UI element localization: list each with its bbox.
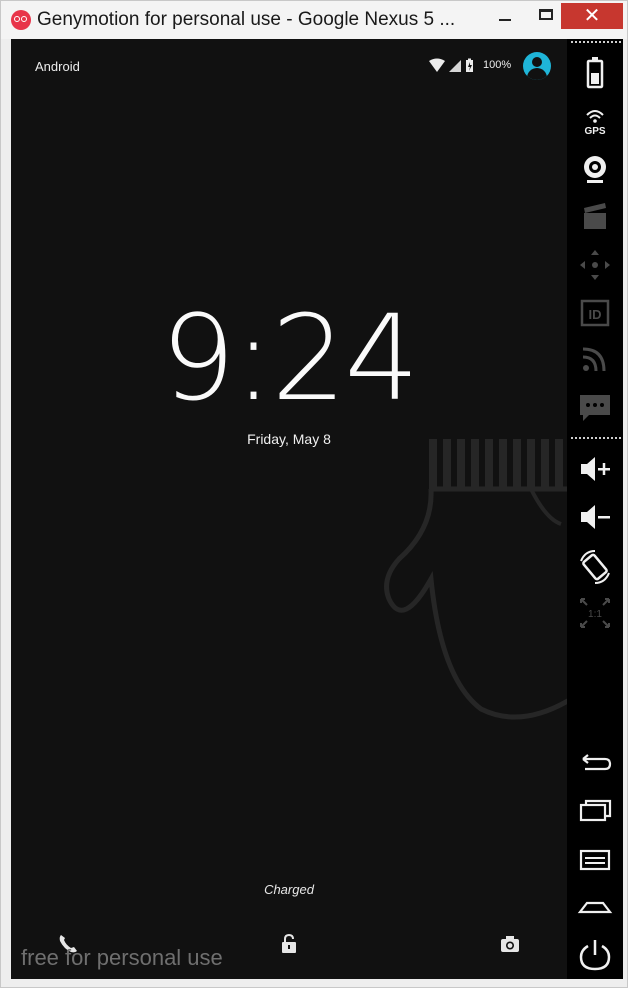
status-icons [429,58,473,72]
genymotion-logo-icon [11,10,31,30]
maximize-icon [539,9,553,20]
pixel-perfect-icon[interactable]: 1:1 [575,593,615,633]
clock-separator: : [233,289,274,427]
gps-label: GPS [584,126,605,137]
volume-down-icon[interactable] [575,497,615,537]
minimize-button[interactable] [483,3,529,29]
signal-icon [449,60,461,72]
personal-use-watermark: free for personal use [21,945,223,970]
title-bar[interactable]: Genymotion for personal use - Google Nex… [1,1,627,39]
network-rss-icon[interactable] [575,339,615,379]
device-screen[interactable]: Android 100% 9:24 Friday, May 8 Charged … [11,39,567,979]
close-icon: ✕ [583,5,601,27]
id-label: ID [589,307,602,322]
sms-icon[interactable] [575,387,615,427]
lockscreen-date: Friday, May 8 [247,431,331,447]
remote-control-icon[interactable] [575,245,615,285]
battery-widget-icon[interactable] [575,53,615,93]
charging-status: Charged [264,882,314,897]
webcam-icon[interactable] [575,149,615,189]
volume-up-icon[interactable] [575,449,615,489]
user-avatar-icon[interactable] [523,52,551,80]
wifi-icon [429,58,445,72]
camera-icon[interactable] [499,933,521,955]
recent-apps-icon[interactable] [575,791,615,831]
minimize-icon [499,19,511,21]
clock-minute: 24 [271,289,419,427]
home-icon[interactable] [575,887,615,927]
ratio-label: 1:1 [588,609,602,620]
gps-icon[interactable]: GPS [575,103,615,143]
genymotion-toolbar: GPS ID 1:1 [567,39,623,979]
window-title: Genymotion for personal use - Google Nex… [37,9,456,30]
menu-icon[interactable] [575,839,615,879]
toolbar-divider-top [571,41,621,43]
lockscreen-clock: 9:24 [11,289,567,427]
battery-percent: 100% [483,59,512,71]
device-id-icon[interactable]: ID [575,293,615,333]
clock-hour: 9 [160,289,236,427]
power-icon[interactable] [575,935,615,975]
close-button[interactable]: ✕ [561,3,623,29]
genymotion-window: Genymotion for personal use - Google Nex… [0,0,628,988]
back-icon[interactable] [575,743,615,783]
toolbar-divider-middle [571,437,621,439]
rotate-device-icon[interactable] [575,547,615,587]
mitten-wallpaper-icon [384,439,567,720]
unlock-icon[interactable] [278,933,300,955]
carrier-label: Android [35,59,80,74]
screencast-icon[interactable] [575,197,615,237]
